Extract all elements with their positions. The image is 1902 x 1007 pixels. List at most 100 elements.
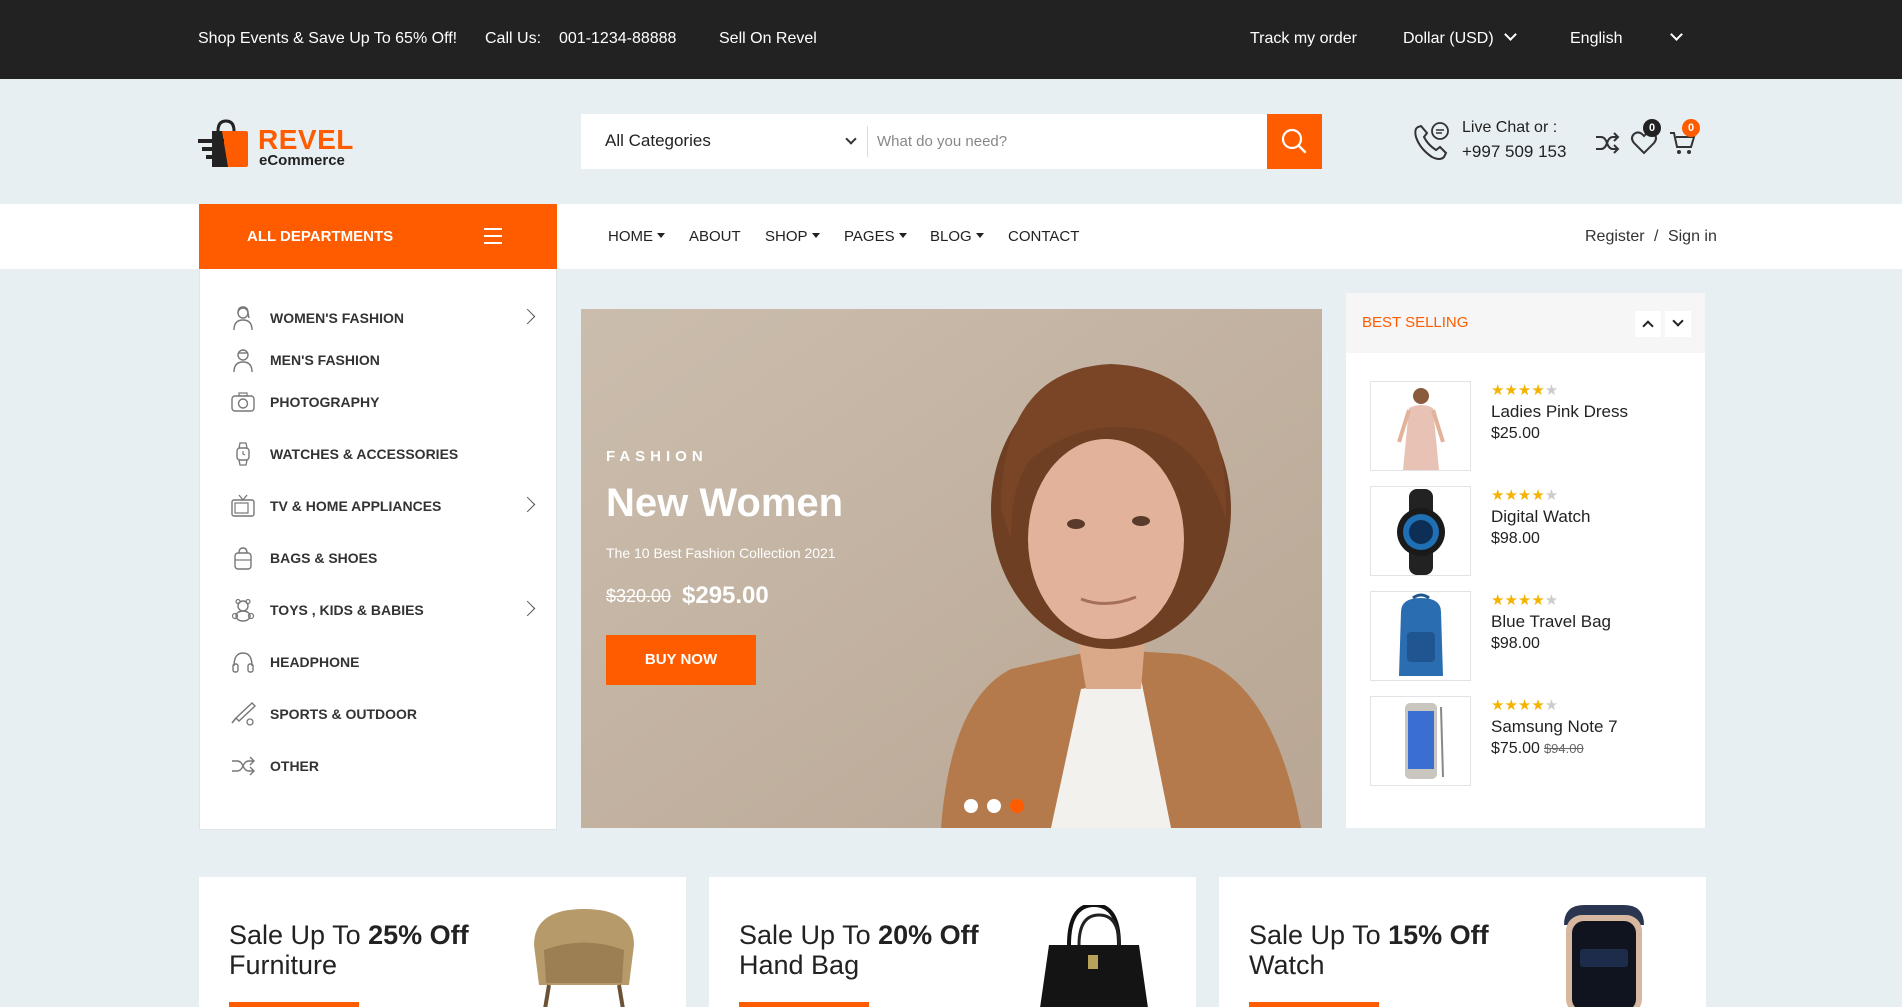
phone-chat-icon <box>1414 122 1449 160</box>
hero-kicker: FASHION <box>606 448 708 465</box>
nav-pages[interactable]: PAGES <box>844 228 907 245</box>
old-price: $94.00 <box>1543 741 1584 756</box>
chevron-down-icon[interactable] <box>845 133 857 145</box>
hero-model-image <box>581 309 1322 828</box>
bag-icon <box>234 547 252 570</box>
buy-now-button[interactable]: BUY NOW <box>606 635 756 685</box>
category-tv-home[interactable]: TV & HOME APPLIANCES <box>200 485 558 525</box>
handbag-image <box>1040 905 1148 1007</box>
slide-dot-3-active[interactable] <box>1010 799 1024 813</box>
headphone-icon <box>232 652 254 673</box>
chevron-right-icon <box>519 600 536 617</box>
top-bar: Shop Events & Save Up To 65% Off! Call U… <box>0 0 1902 79</box>
call-label: Call Us: <box>485 30 542 47</box>
nav-row: ALL DEPARTMENTS HOME ABOUT SHOP PAGES BL… <box>0 204 1902 269</box>
search-button[interactable] <box>1267 114 1322 169</box>
separator: / <box>1654 228 1659 245</box>
man-icon <box>233 349 253 373</box>
hero-old-price: $320.00 <box>606 586 672 606</box>
smartwatch-image <box>1564 905 1644 1007</box>
best-selling-panel: BEST SELLING ★★★★★ Ladies Pink Dress $25… <box>1346 293 1705 828</box>
brand-sub: eCommerce <box>259 152 345 169</box>
promo-watch[interactable]: Sale Up To 15% Off Watch <box>1219 877 1706 1007</box>
chair-image <box>534 909 634 1007</box>
slide-dot-2[interactable] <box>987 799 1001 813</box>
signin-link[interactable]: Sign in <box>1668 228 1717 245</box>
product-item[interactable]: ★★★★★ Digital Watch $98.00 <box>1370 486 1690 578</box>
chevron-down-button[interactable] <box>1665 311 1691 337</box>
track-order-link[interactable]: Track my order <box>1250 30 1357 48</box>
category-photography[interactable]: PHOTOGRAPHY <box>200 381 558 421</box>
hamburger-icon <box>484 228 502 244</box>
product-item[interactable]: ★★★★★ Blue Travel Bag $98.00 <box>1370 591 1690 683</box>
rating-stars: ★★★★★ <box>1491 382 1559 399</box>
product-image-dress[interactable] <box>1370 381 1471 471</box>
hero-title: New Women <box>606 481 844 525</box>
category-toys[interactable]: TOYS , KIDS & BABIES <box>200 589 558 629</box>
live-chat[interactable]: Live Chat or : +997 509 153 <box>1410 115 1585 165</box>
phone-link[interactable]: 001-1234-88888 <box>559 30 676 48</box>
category-other[interactable]: OTHER <box>200 745 558 785</box>
woman-icon <box>233 306 253 331</box>
chevron-up-button[interactable] <box>1635 311 1661 337</box>
category-bags-shoes[interactable]: BAGS & SHOES <box>200 537 558 577</box>
wishlist-badge: 0 <box>1643 119 1661 137</box>
header: REVEL eCommerce All Categories Live Chat… <box>0 79 1902 204</box>
watch-icon <box>236 442 250 466</box>
live-chat-label: Live Chat or : <box>1462 119 1558 136</box>
nav-blog[interactable]: BLOG <box>930 228 984 245</box>
category-sports[interactable]: SPORTS & OUTDOOR <box>200 693 558 733</box>
caret-down-icon <box>898 233 907 238</box>
shuffle-icon[interactable] <box>1593 129 1621 157</box>
currency-select[interactable]: Dollar (USD) <box>1403 28 1517 48</box>
bat-icon <box>231 702 256 726</box>
search-bar: All Categories <box>581 114 1322 169</box>
logo[interactable]: REVEL eCommerce <box>198 117 358 173</box>
category-watches[interactable]: WATCHES & ACCESSORIES <box>200 433 558 473</box>
rating-stars: ★★★★★ <box>1491 697 1559 714</box>
category-headphone[interactable]: HEADPHONE <box>200 641 558 681</box>
product-item[interactable]: ★★★★★ Ladies Pink Dress $25.00 <box>1370 381 1690 473</box>
nav-shop[interactable]: SHOP <box>765 228 820 245</box>
product-image-phone[interactable] <box>1370 696 1471 786</box>
category-womens-fashion[interactable]: WOMEN'S FASHION <box>200 297 558 337</box>
promo-button[interactable] <box>229 1002 359 1007</box>
hero-new-price: $295.00 <box>682 582 769 609</box>
product-image-watch[interactable] <box>1370 486 1471 576</box>
promo-furniture[interactable]: Sale Up To 25% Off Furniture <box>199 877 686 1007</box>
camera-icon <box>231 392 255 412</box>
slide-dot-1[interactable] <box>964 799 978 813</box>
promo-button[interactable] <box>1249 1002 1379 1007</box>
search-input[interactable] <box>877 114 1257 169</box>
product-item[interactable]: ★★★★★ Samsung Note 7 $75.00 $94.00 <box>1370 696 1690 788</box>
chevron-right-icon <box>519 308 536 325</box>
best-selling-title: BEST SELLING <box>1362 314 1469 331</box>
register-link[interactable]: Register <box>1585 228 1645 245</box>
cart-badge: 0 <box>1682 119 1700 137</box>
search-icon <box>1281 128 1307 154</box>
category-mens-fashion[interactable]: MEN'S FASHION <box>200 339 558 379</box>
caret-down-icon <box>975 233 984 238</box>
promo-text: Shop Events & Save Up To 65% Off! <box>198 30 458 47</box>
nav-about[interactable]: ABOUT <box>689 228 741 245</box>
hero-slider[interactable]: FASHION New Women The 10 Best Fashion Co… <box>581 309 1322 828</box>
hero-subtitle: The 10 Best Fashion Collection 2021 <box>606 545 836 561</box>
nav-contact[interactable]: CONTACT <box>1008 228 1079 245</box>
promo-handbag[interactable]: Sale Up To 20% Off Hand Bag <box>709 877 1196 1007</box>
sell-on-link[interactable]: Sell On Revel <box>719 30 817 48</box>
shuffle-icon <box>232 756 255 776</box>
promo-button[interactable] <box>739 1002 869 1007</box>
rating-stars: ★★★★★ <box>1491 487 1559 504</box>
auth-links: Register / Sign in <box>1585 228 1717 246</box>
live-chat-phone: +997 509 153 <box>1462 142 1567 161</box>
product-image-backpack[interactable] <box>1370 591 1471 681</box>
rating-stars: ★★★★★ <box>1491 592 1559 609</box>
category-sidebar: WOMEN'S FASHION MEN'S FASHION PHOTOGRAPH… <box>199 269 557 830</box>
category-select[interactable]: All Categories <box>605 131 711 151</box>
tv-icon <box>231 494 255 517</box>
nav-home[interactable]: HOME <box>608 228 665 245</box>
language-select[interactable]: English <box>1570 30 1622 48</box>
chevron-down-icon[interactable] <box>1670 28 1683 48</box>
all-departments-button[interactable]: ALL DEPARTMENTS <box>199 204 557 269</box>
caret-down-icon <box>811 233 820 238</box>
